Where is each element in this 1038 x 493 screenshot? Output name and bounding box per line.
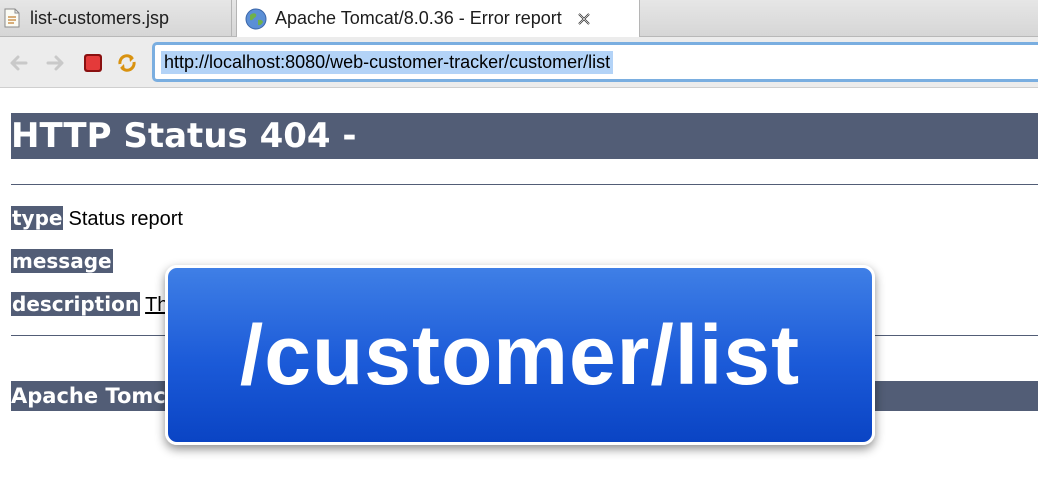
tab-label: list-customers.jsp — [30, 7, 170, 28]
address-bar[interactable]: http://localhost:8080/web-customer-track… — [152, 42, 1038, 82]
refresh-icon[interactable] — [116, 52, 138, 74]
close-icon[interactable] — [576, 11, 592, 27]
message-label: message — [11, 249, 113, 273]
globe-icon — [245, 8, 267, 29]
navigation-toolbar: http://localhost:8080/web-customer-track… — [0, 37, 1038, 88]
description-row: description The — [11, 292, 180, 317]
type-label: type — [11, 206, 64, 230]
jsp-file-icon — [4, 8, 20, 28]
divider — [11, 184, 1038, 185]
description-label: description — [11, 292, 141, 316]
forward-arrow-icon[interactable] — [44, 52, 66, 74]
callout-text: /customer/list — [239, 307, 801, 402]
back-arrow-icon[interactable] — [8, 52, 30, 74]
tab-error-report[interactable]: Apache Tomcat/8.0.36 - Error report — [236, 0, 640, 37]
page-title: HTTP Status 404 - — [11, 113, 1038, 159]
tab-label: Apache Tomcat/8.0.36 - Error report — [275, 8, 562, 28]
message-row: message — [11, 249, 118, 274]
stop-icon[interactable] — [82, 52, 104, 74]
tab-list-customers[interactable]: list-customers.jsp — [0, 0, 232, 36]
url-path-callout: /customer/list — [165, 265, 875, 445]
url-text[interactable]: http://localhost:8080/web-customer-track… — [161, 50, 614, 74]
type-row: type Status report — [11, 206, 183, 231]
type-value: Status report — [68, 208, 183, 230]
tab-bar: list-customers.jsp Apache Tomcat/8.0.36 … — [0, 0, 1038, 37]
